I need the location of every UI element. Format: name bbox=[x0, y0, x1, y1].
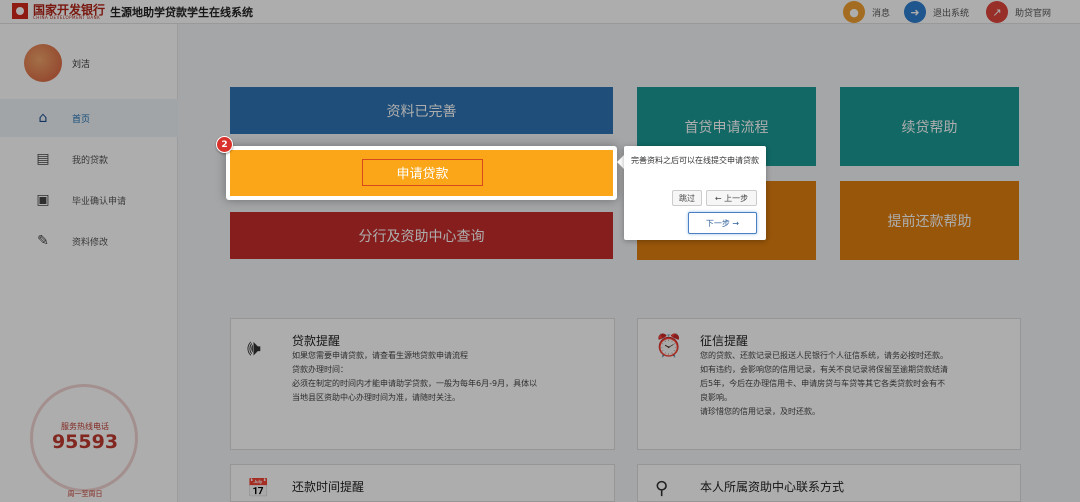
skip-button[interactable]: 跳过 bbox=[672, 190, 702, 206]
apply-loan-label[interactable]: 申请贷款 bbox=[362, 159, 483, 186]
prev-step-button[interactable]: ← 上一步 bbox=[706, 190, 757, 206]
tooltip-text: 完善资料之后可以在线提交申请贷款 bbox=[631, 156, 759, 165]
tour-overlay[interactable] bbox=[0, 0, 1080, 502]
next-step-button[interactable]: 下一步 → bbox=[688, 212, 757, 234]
tooltip-arrow bbox=[617, 155, 624, 169]
tour-step-badge: 2 bbox=[216, 136, 233, 153]
